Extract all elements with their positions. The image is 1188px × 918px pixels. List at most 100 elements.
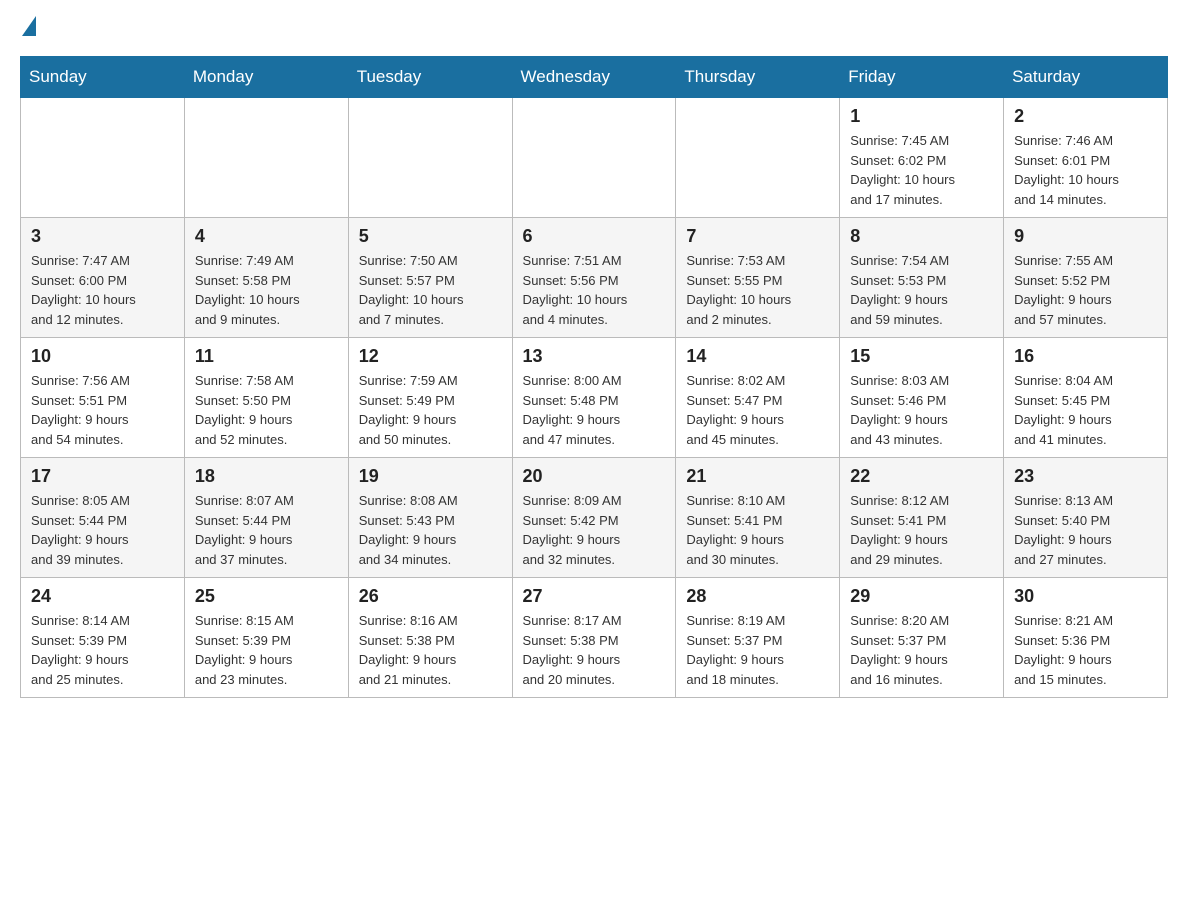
day-number: 11 bbox=[195, 346, 338, 367]
day-number: 16 bbox=[1014, 346, 1157, 367]
calendar-cell: 7 Sunrise: 7:53 AMSunset: 5:55 PMDaylight… bbox=[676, 218, 840, 338]
day-info: Sunrise: 7:56 AMSunset: 5:51 PMDaylight:… bbox=[31, 371, 174, 449]
day-info: Sunrise: 7:47 AMSunset: 6:00 PMDaylight:… bbox=[31, 251, 174, 329]
weekday-header-friday: Friday bbox=[840, 57, 1004, 98]
logo-triangle-icon bbox=[22, 16, 36, 36]
calendar-cell bbox=[348, 98, 512, 218]
calendar-cell: 6Sunrise: 7:51 AMSunset: 5:56 PMDaylight… bbox=[512, 218, 676, 338]
calendar-row-3: 17 Sunrise: 8:05 AMSunset: 5:44 PMDayligh… bbox=[21, 458, 1168, 578]
calendar-cell: 20Sunrise: 8:09 AMSunset: 5:42 PMDayligh… bbox=[512, 458, 676, 578]
day-number: 21 bbox=[686, 466, 829, 487]
calendar-cell: 29 Sunrise: 8:20 AMSunset: 5:37 PMDayligh… bbox=[840, 578, 1004, 698]
weekday-header-wednesday: Wednesday bbox=[512, 57, 676, 98]
day-info: Sunrise: 8:19 AMSunset: 5:37 PMDaylight:… bbox=[686, 611, 829, 689]
day-info: Sunrise: 7:50 AMSunset: 5:57 PMDaylight:… bbox=[359, 251, 502, 329]
weekday-header-tuesday: Tuesday bbox=[348, 57, 512, 98]
calendar-table: SundayMondayTuesdayWednesdayThursdayFrid… bbox=[20, 56, 1168, 698]
header bbox=[20, 20, 1168, 36]
calendar-cell: 23Sunrise: 8:13 AMSunset: 5:40 PMDayligh… bbox=[1004, 458, 1168, 578]
calendar-cell: 12 Sunrise: 7:59 AMSunset: 5:49 PMDayligh… bbox=[348, 338, 512, 458]
calendar-row-0: 1 Sunrise: 7:45 AMSunset: 6:02 PMDaylight… bbox=[21, 98, 1168, 218]
calendar-cell: 3 Sunrise: 7:47 AMSunset: 6:00 PMDaylight… bbox=[21, 218, 185, 338]
calendar-cell: 27 Sunrise: 8:17 AMSunset: 5:38 PMDayligh… bbox=[512, 578, 676, 698]
day-number: 22 bbox=[850, 466, 993, 487]
weekday-header-sunday: Sunday bbox=[21, 57, 185, 98]
calendar-cell: 14Sunrise: 8:02 AMSunset: 5:47 PMDayligh… bbox=[676, 338, 840, 458]
calendar-row-4: 24 Sunrise: 8:14 AMSunset: 5:39 PMDayligh… bbox=[21, 578, 1168, 698]
day-info: Sunrise: 7:46 AMSunset: 6:01 PMDaylight:… bbox=[1014, 131, 1157, 209]
day-info: Sunrise: 7:45 AMSunset: 6:02 PMDaylight:… bbox=[850, 131, 993, 209]
calendar-cell: 24 Sunrise: 8:14 AMSunset: 5:39 PMDayligh… bbox=[21, 578, 185, 698]
day-number: 25 bbox=[195, 586, 338, 607]
calendar-cell: 18 Sunrise: 8:07 AMSunset: 5:44 PMDayligh… bbox=[184, 458, 348, 578]
calendar-row-2: 10 Sunrise: 7:56 AMSunset: 5:51 PMDayligh… bbox=[21, 338, 1168, 458]
day-info: Sunrise: 7:49 AMSunset: 5:58 PMDaylight:… bbox=[195, 251, 338, 329]
day-number: 17 bbox=[31, 466, 174, 487]
day-info: Sunrise: 8:17 AMSunset: 5:38 PMDaylight:… bbox=[523, 611, 666, 689]
day-info: Sunrise: 8:13 AMSunset: 5:40 PMDaylight:… bbox=[1014, 491, 1157, 569]
calendar-cell: 16Sunrise: 8:04 AMSunset: 5:45 PMDayligh… bbox=[1004, 338, 1168, 458]
day-number: 13 bbox=[523, 346, 666, 367]
logo-top bbox=[20, 20, 38, 36]
day-number: 14 bbox=[686, 346, 829, 367]
day-number: 15 bbox=[850, 346, 993, 367]
day-number: 5 bbox=[359, 226, 502, 247]
calendar-cell: 13Sunrise: 8:00 AMSunset: 5:48 PMDayligh… bbox=[512, 338, 676, 458]
day-number: 12 bbox=[359, 346, 502, 367]
day-info: Sunrise: 8:15 AMSunset: 5:39 PMDaylight:… bbox=[195, 611, 338, 689]
day-number: 10 bbox=[31, 346, 174, 367]
day-info: Sunrise: 7:55 AMSunset: 5:52 PMDaylight:… bbox=[1014, 251, 1157, 329]
logo bbox=[20, 20, 38, 36]
calendar-cell: 22 Sunrise: 8:12 AMSunset: 5:41 PMDayligh… bbox=[840, 458, 1004, 578]
calendar-cell: 21 Sunrise: 8:10 AMSunset: 5:41 PMDayligh… bbox=[676, 458, 840, 578]
day-info: Sunrise: 8:16 AMSunset: 5:38 PMDaylight:… bbox=[359, 611, 502, 689]
calendar-cell: 4 Sunrise: 7:49 AMSunset: 5:58 PMDaylight… bbox=[184, 218, 348, 338]
day-info: Sunrise: 8:10 AMSunset: 5:41 PMDaylight:… bbox=[686, 491, 829, 569]
day-number: 20 bbox=[523, 466, 666, 487]
calendar-row-1: 3 Sunrise: 7:47 AMSunset: 6:00 PMDaylight… bbox=[21, 218, 1168, 338]
calendar-cell: 19 Sunrise: 8:08 AMSunset: 5:43 PMDayligh… bbox=[348, 458, 512, 578]
day-number: 18 bbox=[195, 466, 338, 487]
day-number: 24 bbox=[31, 586, 174, 607]
day-number: 4 bbox=[195, 226, 338, 247]
calendar-cell: 9 Sunrise: 7:55 AMSunset: 5:52 PMDaylight… bbox=[1004, 218, 1168, 338]
day-number: 3 bbox=[31, 226, 174, 247]
day-info: Sunrise: 8:14 AMSunset: 5:39 PMDaylight:… bbox=[31, 611, 174, 689]
day-info: Sunrise: 8:08 AMSunset: 5:43 PMDaylight:… bbox=[359, 491, 502, 569]
calendar-cell: 5 Sunrise: 7:50 AMSunset: 5:57 PMDaylight… bbox=[348, 218, 512, 338]
calendar-cell bbox=[676, 98, 840, 218]
weekday-header-row: SundayMondayTuesdayWednesdayThursdayFrid… bbox=[21, 57, 1168, 98]
calendar-cell: 15 Sunrise: 8:03 AMSunset: 5:46 PMDayligh… bbox=[840, 338, 1004, 458]
day-number: 1 bbox=[850, 106, 993, 127]
day-info: Sunrise: 8:12 AMSunset: 5:41 PMDaylight:… bbox=[850, 491, 993, 569]
day-info: Sunrise: 7:53 AMSunset: 5:55 PMDaylight:… bbox=[686, 251, 829, 329]
weekday-header-monday: Monday bbox=[184, 57, 348, 98]
day-info: Sunrise: 8:05 AMSunset: 5:44 PMDaylight:… bbox=[31, 491, 174, 569]
day-info: Sunrise: 8:21 AMSunset: 5:36 PMDaylight:… bbox=[1014, 611, 1157, 689]
calendar-cell: 11 Sunrise: 7:58 AMSunset: 5:50 PMDayligh… bbox=[184, 338, 348, 458]
day-number: 9 bbox=[1014, 226, 1157, 247]
day-number: 29 bbox=[850, 586, 993, 607]
day-info: Sunrise: 8:20 AMSunset: 5:37 PMDaylight:… bbox=[850, 611, 993, 689]
calendar-cell: 2 Sunrise: 7:46 AMSunset: 6:01 PMDaylight… bbox=[1004, 98, 1168, 218]
day-info: Sunrise: 7:51 AMSunset: 5:56 PMDaylight:… bbox=[523, 251, 666, 329]
day-number: 28 bbox=[686, 586, 829, 607]
day-info: Sunrise: 7:59 AMSunset: 5:49 PMDaylight:… bbox=[359, 371, 502, 449]
day-info: Sunrise: 8:07 AMSunset: 5:44 PMDaylight:… bbox=[195, 491, 338, 569]
calendar-cell: 17 Sunrise: 8:05 AMSunset: 5:44 PMDayligh… bbox=[21, 458, 185, 578]
calendar-cell: 8Sunrise: 7:54 AMSunset: 5:53 PMDaylight… bbox=[840, 218, 1004, 338]
day-number: 2 bbox=[1014, 106, 1157, 127]
calendar-cell: 25 Sunrise: 8:15 AMSunset: 5:39 PMDayligh… bbox=[184, 578, 348, 698]
day-info: Sunrise: 8:03 AMSunset: 5:46 PMDaylight:… bbox=[850, 371, 993, 449]
calendar-cell: 1 Sunrise: 7:45 AMSunset: 6:02 PMDaylight… bbox=[840, 98, 1004, 218]
day-number: 7 bbox=[686, 226, 829, 247]
calendar-cell bbox=[512, 98, 676, 218]
day-number: 8 bbox=[850, 226, 993, 247]
calendar-cell: 28 Sunrise: 8:19 AMSunset: 5:37 PMDayligh… bbox=[676, 578, 840, 698]
calendar-cell bbox=[184, 98, 348, 218]
weekday-header-saturday: Saturday bbox=[1004, 57, 1168, 98]
day-number: 19 bbox=[359, 466, 502, 487]
calendar-cell: 10 Sunrise: 7:56 AMSunset: 5:51 PMDayligh… bbox=[21, 338, 185, 458]
day-number: 27 bbox=[523, 586, 666, 607]
day-info: Sunrise: 7:58 AMSunset: 5:50 PMDaylight:… bbox=[195, 371, 338, 449]
